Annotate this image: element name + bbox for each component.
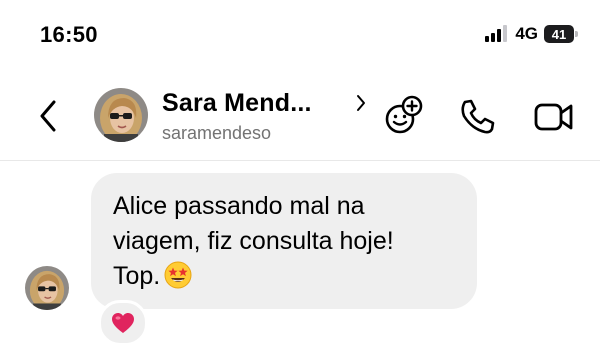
back-button[interactable] [34, 96, 64, 136]
sender-avatar[interactable] [25, 266, 69, 310]
message-line: Alice passando mal na [113, 192, 365, 220]
network-label: 4G [515, 24, 538, 43]
battery-icon: 41 [544, 25, 578, 43]
message-text: Alice passando mal na viagem, fiz consul… [113, 189, 455, 294]
video-call-button[interactable] [533, 96, 575, 138]
status-time: 16:50 [40, 22, 98, 47]
chat-header: Sara Mend... saramendeso [0, 76, 600, 160]
heart-icon [112, 313, 134, 333]
header-divider [0, 160, 600, 161]
message-line: Top. [113, 262, 161, 290]
message-line-last: Top. [113, 259, 455, 294]
heart-reaction[interactable] [98, 300, 148, 346]
status-indicators: 4G 41 [485, 24, 578, 44]
effects-button[interactable] [383, 94, 425, 136]
contact-username: saramendeso [162, 123, 272, 143]
message-bubble[interactable]: Alice passando mal na viagem, fiz consul… [91, 173, 477, 309]
avatar[interactable] [94, 88, 148, 142]
signal-icon [485, 25, 508, 42]
battery-level: 41 [551, 26, 567, 42]
phone-call-button[interactable] [456, 96, 498, 138]
message-line: viagem, fiz consulta hoje! [113, 227, 394, 255]
chevron-right-icon[interactable] [355, 93, 367, 113]
star-struck-emoji-icon [164, 261, 192, 289]
contact-name[interactable]: Sara Mend... [162, 89, 312, 118]
